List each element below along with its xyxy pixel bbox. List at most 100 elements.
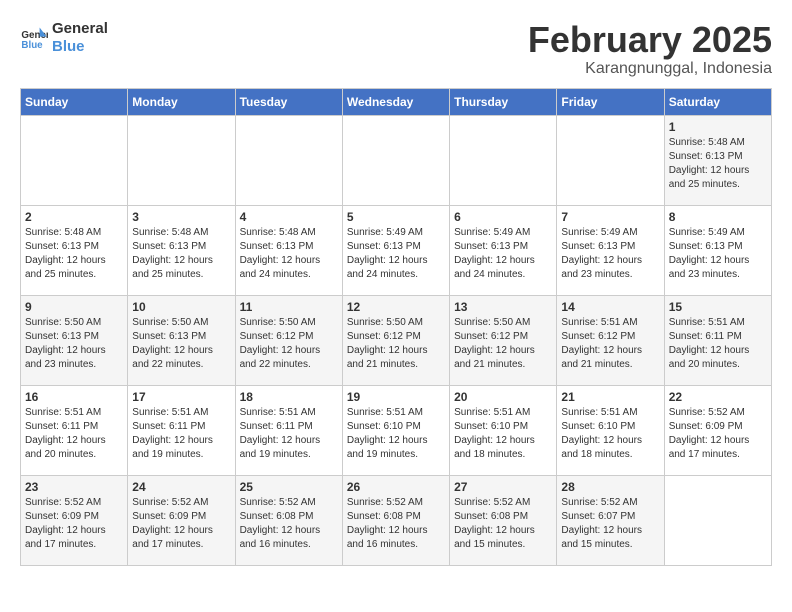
- weekday-header-thursday: Thursday: [450, 88, 557, 115]
- day-info: Sunrise: 5:51 AM Sunset: 6:10 PM Dayligh…: [347, 406, 445, 462]
- month-year: February 2025: [528, 20, 772, 60]
- calendar-cell: 2 Sunrise: 5:48 AM Sunset: 6:13 PM Daylig…: [21, 205, 128, 295]
- day-number: 2: [25, 210, 123, 224]
- week-row-1: 2 Sunrise: 5:48 AM Sunset: 6:13 PM Daylig…: [21, 205, 772, 295]
- calendar-cell: 23 Sunrise: 5:52 AM Sunset: 6:09 PM Dayli…: [21, 475, 128, 565]
- day-info: Sunrise: 5:48 AM Sunset: 6:13 PM Dayligh…: [132, 226, 230, 282]
- weekday-header-tuesday: Tuesday: [235, 88, 342, 115]
- day-info: Sunrise: 5:50 AM Sunset: 6:13 PM Dayligh…: [25, 316, 123, 372]
- day-info: Sunrise: 5:51 AM Sunset: 6:10 PM Dayligh…: [454, 406, 552, 462]
- calendar-cell: 14Sunrise: 5:51 AM Sunset: 6:12 PM Dayli…: [557, 295, 664, 385]
- calendar-cell: 10 Sunrise: 5:50 AM Sunset: 6:13 PM Dayli…: [128, 295, 235, 385]
- day-number: 12: [347, 300, 445, 314]
- calendar-cell: 25 Sunrise: 5:52 AM Sunset: 6:08 PM Dayli…: [235, 475, 342, 565]
- logo-line1: General: [52, 20, 108, 38]
- week-row-0: 1Sunrise: 5:48 AM Sunset: 6:13 PM Daylig…: [21, 115, 772, 205]
- day-info: Sunrise: 5:50 AM Sunset: 6:13 PM Dayligh…: [132, 316, 230, 372]
- weekday-header-friday: Friday: [557, 88, 664, 115]
- header: General Blue General Blue February 2025 …: [20, 20, 772, 78]
- calendar-table: SundayMondayTuesdayWednesdayThursdayFrid…: [20, 88, 772, 566]
- day-number: 3: [132, 210, 230, 224]
- day-info: Sunrise: 5:52 AM Sunset: 6:09 PM Dayligh…: [25, 496, 123, 552]
- day-number: 6: [454, 210, 552, 224]
- day-info: Sunrise: 5:52 AM Sunset: 6:08 PM Dayligh…: [454, 496, 552, 552]
- weekday-header-saturday: Saturday: [664, 88, 771, 115]
- day-number: 19: [347, 390, 445, 404]
- svg-text:Blue: Blue: [21, 40, 43, 51]
- day-number: 28: [561, 480, 659, 494]
- day-number: 23: [25, 480, 123, 494]
- calendar-cell: 4 Sunrise: 5:48 AM Sunset: 6:13 PM Daylig…: [235, 205, 342, 295]
- day-info: Sunrise: 5:52 AM Sunset: 6:08 PM Dayligh…: [240, 496, 338, 552]
- weekday-header-sunday: Sunday: [21, 88, 128, 115]
- day-number: 17: [132, 390, 230, 404]
- day-info: Sunrise: 5:52 AM Sunset: 6:08 PM Dayligh…: [347, 496, 445, 552]
- calendar-cell: 22 Sunrise: 5:52 AM Sunset: 6:09 PM Dayli…: [664, 385, 771, 475]
- day-number: 7: [561, 210, 659, 224]
- day-number: 15: [669, 300, 767, 314]
- calendar-cell: 20 Sunrise: 5:51 AM Sunset: 6:10 PM Dayli…: [450, 385, 557, 475]
- day-number: 4: [240, 210, 338, 224]
- day-info: Sunrise: 5:50 AM Sunset: 6:12 PM Dayligh…: [454, 316, 552, 372]
- day-info: Sunrise: 5:48 AM Sunset: 6:13 PM Dayligh…: [25, 226, 123, 282]
- day-info: Sunrise: 5:51 AM Sunset: 6:11 PM Dayligh…: [25, 406, 123, 462]
- day-info: Sunrise: 5:49 AM Sunset: 6:13 PM Dayligh…: [454, 226, 552, 282]
- calendar-cell: 17 Sunrise: 5:51 AM Sunset: 6:11 PM Dayli…: [128, 385, 235, 475]
- day-number: 27: [454, 480, 552, 494]
- day-info: Sunrise: 5:50 AM Sunset: 6:12 PM Dayligh…: [240, 316, 338, 372]
- day-info: Sunrise: 5:52 AM Sunset: 6:09 PM Dayligh…: [132, 496, 230, 552]
- day-info: Sunrise: 5:52 AM Sunset: 6:07 PM Dayligh…: [561, 496, 659, 552]
- weekday-header-monday: Monday: [128, 88, 235, 115]
- calendar-cell: 1Sunrise: 5:48 AM Sunset: 6:13 PM Daylig…: [664, 115, 771, 205]
- day-number: 10: [132, 300, 230, 314]
- day-info: Sunrise: 5:51 AM Sunset: 6:10 PM Dayligh…: [561, 406, 659, 462]
- day-info: Sunrise: 5:51 AM Sunset: 6:11 PM Dayligh…: [132, 406, 230, 462]
- calendar-cell: 27 Sunrise: 5:52 AM Sunset: 6:08 PM Dayli…: [450, 475, 557, 565]
- day-number: 5: [347, 210, 445, 224]
- location: Karangnunggal, Indonesia: [528, 60, 772, 78]
- logo: General Blue General Blue: [20, 20, 108, 56]
- day-info: Sunrise: 5:49 AM Sunset: 6:13 PM Dayligh…: [669, 226, 767, 282]
- calendar-cell: [557, 115, 664, 205]
- day-number: 20: [454, 390, 552, 404]
- day-number: 1: [669, 120, 767, 134]
- day-info: Sunrise: 5:50 AM Sunset: 6:12 PM Dayligh…: [347, 316, 445, 372]
- day-number: 22: [669, 390, 767, 404]
- day-info: Sunrise: 5:48 AM Sunset: 6:13 PM Dayligh…: [240, 226, 338, 282]
- day-number: 18: [240, 390, 338, 404]
- calendar-cell: 8 Sunrise: 5:49 AM Sunset: 6:13 PM Daylig…: [664, 205, 771, 295]
- calendar-cell: [450, 115, 557, 205]
- week-row-4: 23 Sunrise: 5:52 AM Sunset: 6:09 PM Dayli…: [21, 475, 772, 565]
- day-number: 8: [669, 210, 767, 224]
- day-info: Sunrise: 5:52 AM Sunset: 6:09 PM Dayligh…: [669, 406, 767, 462]
- calendar-cell: 6 Sunrise: 5:49 AM Sunset: 6:13 PM Daylig…: [450, 205, 557, 295]
- day-number: 14: [561, 300, 659, 314]
- day-info: Sunrise: 5:49 AM Sunset: 6:13 PM Dayligh…: [561, 226, 659, 282]
- day-number: 13: [454, 300, 552, 314]
- day-number: 25: [240, 480, 338, 494]
- day-number: 9: [25, 300, 123, 314]
- day-number: 21: [561, 390, 659, 404]
- title-area: February 2025 Karangnunggal, Indonesia: [528, 20, 772, 78]
- calendar-cell: 9 Sunrise: 5:50 AM Sunset: 6:13 PM Daylig…: [21, 295, 128, 385]
- calendar-cell: [21, 115, 128, 205]
- day-number: 16: [25, 390, 123, 404]
- day-info: Sunrise: 5:51 AM Sunset: 6:11 PM Dayligh…: [240, 406, 338, 462]
- calendar-cell: 28 Sunrise: 5:52 AM Sunset: 6:07 PM Dayli…: [557, 475, 664, 565]
- logo-icon: General Blue: [20, 24, 48, 52]
- calendar-cell: 11Sunrise: 5:50 AM Sunset: 6:12 PM Dayli…: [235, 295, 342, 385]
- calendar-cell: 3 Sunrise: 5:48 AM Sunset: 6:13 PM Daylig…: [128, 205, 235, 295]
- calendar-cell: 12 Sunrise: 5:50 AM Sunset: 6:12 PM Dayli…: [342, 295, 449, 385]
- day-info: Sunrise: 5:49 AM Sunset: 6:13 PM Dayligh…: [347, 226, 445, 282]
- week-row-2: 9 Sunrise: 5:50 AM Sunset: 6:13 PM Daylig…: [21, 295, 772, 385]
- calendar-cell: 21 Sunrise: 5:51 AM Sunset: 6:10 PM Dayli…: [557, 385, 664, 475]
- calendar-cell: 16 Sunrise: 5:51 AM Sunset: 6:11 PM Dayli…: [21, 385, 128, 475]
- calendar-cell: 5 Sunrise: 5:49 AM Sunset: 6:13 PM Daylig…: [342, 205, 449, 295]
- logo-line2: Blue: [52, 38, 108, 56]
- calendar-cell: 26Sunrise: 5:52 AM Sunset: 6:08 PM Dayli…: [342, 475, 449, 565]
- calendar-cell: 19 Sunrise: 5:51 AM Sunset: 6:10 PM Dayli…: [342, 385, 449, 475]
- calendar-cell: 13 Sunrise: 5:50 AM Sunset: 6:12 PM Dayli…: [450, 295, 557, 385]
- calendar-cell: 24Sunrise: 5:52 AM Sunset: 6:09 PM Dayli…: [128, 475, 235, 565]
- calendar-cell: [664, 475, 771, 565]
- calendar-cell: [235, 115, 342, 205]
